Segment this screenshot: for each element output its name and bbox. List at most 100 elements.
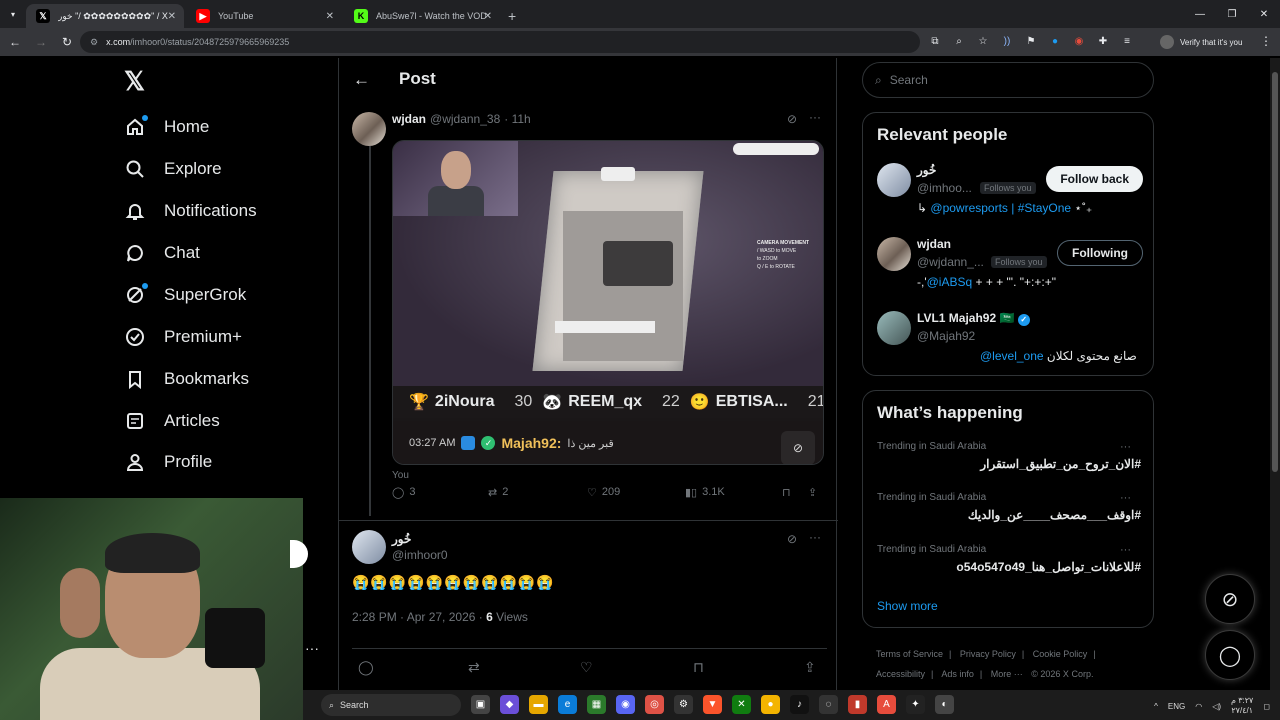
sidebar-item-supergrok[interactable]: SuperGrok [124, 275, 246, 315]
footer-link[interactable]: Ads info [941, 669, 974, 679]
reload-icon[interactable]: ↻ [56, 31, 78, 53]
grok-icon[interactable]: ⊘ [787, 112, 797, 126]
more-icon[interactable]: ··· [1120, 441, 1131, 453]
person-name[interactable]: wjdan [917, 237, 951, 251]
app-icon[interactable]: ◐ [935, 695, 954, 714]
footer-link[interactable]: Accessibility [876, 669, 925, 679]
author-handle[interactable]: @imhoor0 [392, 548, 448, 562]
task-view-icon[interactable]: ▣ [471, 695, 490, 714]
settings-icon[interactable]: ⚙ [674, 695, 693, 714]
notification-bell-icon[interactable]: ◻ [1263, 702, 1270, 711]
browser-menu-icon[interactable]: ⋮ [1260, 34, 1272, 48]
close-tab-icon[interactable]: ✕ [168, 11, 176, 22]
footer-link[interactable]: More ··· [991, 669, 1023, 679]
reply-icon[interactable]: ◯ [358, 659, 374, 676]
install-app-icon[interactable]: ⧉ [926, 32, 944, 50]
trend-item[interactable]: Trending in Saudi Arabia ··· #للاعلانات_… [877, 544, 1141, 586]
person-handle[interactable]: @imhoo... [917, 181, 972, 195]
heart-icon[interactable]: ♡ [580, 659, 593, 676]
bookmark-button[interactable]: ⊓ [782, 486, 791, 499]
person-item[interactable]: LVL1 Majah92 🇸🇦 ✓ @Majah92 @level_one صا… [877, 311, 1143, 373]
extension-icon[interactable]: ⚑ [1022, 32, 1040, 50]
volume-icon[interactable]: ◁) [1212, 702, 1221, 711]
person-handle[interactable]: @wjdann_... [917, 255, 984, 269]
bio-link[interactable]: @powresports | #StayOne [930, 201, 1071, 215]
browser-tab-x[interactable]: 𝕏 خور "/ ✿✿✿✿✿✿✿✿✿" / X ✕ [26, 4, 184, 28]
following-button[interactable]: Following [1057, 240, 1143, 266]
app-icon[interactable]: ▮ [848, 695, 867, 714]
extension-red-icon[interactable]: ◉ [1070, 32, 1088, 50]
xbox-icon[interactable]: ✕ [732, 695, 751, 714]
sidebar-item-profile[interactable]: Profile [124, 442, 212, 482]
author-name[interactable]: wjdan [392, 112, 426, 126]
sidebar-item-notifications[interactable]: Notifications [124, 191, 257, 231]
footer-link[interactable]: Terms of Service [876, 649, 943, 659]
back-arrow-icon[interactable]: ← [353, 70, 370, 90]
language-indicator[interactable]: ENG [1168, 702, 1185, 711]
media-queue-icon[interactable]: ≡ [1118, 32, 1136, 50]
extension-audio-icon[interactable]: )) [998, 32, 1016, 50]
edge-icon[interactable]: e [558, 695, 577, 714]
address-bar[interactable]: ⚙ x.com/imhoor0/status/20487259796659692… [80, 31, 920, 53]
parent-post[interactable]: wjdan @wjdann_38 · 11h ⊘ ··· CAMERA MOVE… [339, 104, 838, 520]
forward-icon[interactable]: → [30, 31, 52, 53]
sidebar-item-bookmarks[interactable]: Bookmarks [124, 359, 249, 399]
grok-analyze-icon[interactable]: ⊘ [781, 431, 815, 464]
avatar[interactable] [352, 530, 386, 564]
close-tab-icon[interactable]: ✕ [484, 11, 492, 22]
person-name[interactable]: LVL1 Majah92 🇸🇦 ✓ [917, 311, 1030, 326]
app-icon[interactable]: ● [761, 695, 780, 714]
sidebar-item-explore[interactable]: Explore [124, 149, 222, 189]
person-handle[interactable]: @Majah92 [917, 329, 975, 343]
avatar[interactable] [877, 237, 911, 271]
browser-tab-kick[interactable]: K AbuSwe7l - Watch the VOD on ✕ [344, 4, 500, 28]
account-more-icon[interactable]: ··· [305, 640, 319, 656]
avatar[interactable] [352, 112, 386, 146]
avatar[interactable] [877, 163, 911, 197]
reply-button[interactable]: ◯ 3 [392, 486, 415, 499]
show-more-link[interactable]: Show more [877, 599, 938, 613]
avatar[interactable] [877, 311, 911, 345]
trend-item[interactable]: Trending in Saudi Arabia ··· #اوقف___مصح… [877, 492, 1141, 534]
sidebar-item-premium[interactable]: Premium+ [124, 317, 242, 357]
app-icon[interactable]: ✦ [906, 695, 925, 714]
more-icon[interactable]: ··· [1120, 544, 1131, 556]
like-button[interactable]: ♡ 209 [587, 486, 620, 499]
sidebar-item-home[interactable]: Home [124, 107, 209, 147]
browser-tab-youtube[interactable]: ▶ YouTube ✕ [186, 4, 342, 28]
person-item[interactable]: wjdan @wjdann_... Follows you Following … [877, 237, 1143, 299]
chrome-icon[interactable]: ◎ [645, 695, 664, 714]
app-icon[interactable]: A [877, 695, 896, 714]
copilot-icon[interactable]: ◆ [500, 695, 519, 714]
bio-link[interactable]: @level_one [980, 349, 1044, 363]
extension-blue-icon[interactable]: ● [1046, 32, 1064, 50]
post-video[interactable]: CAMERA MOVEMENT / WASD to MOVE to ZOOM Q… [392, 140, 824, 465]
brave-icon[interactable]: ▼ [703, 695, 722, 714]
more-icon[interactable]: ··· [809, 110, 821, 124]
footer-link[interactable]: Cookie Policy [1033, 649, 1088, 659]
post-timestamp[interactable]: 2:28 PM · Apr 27, 2026 · [352, 610, 486, 624]
post-time[interactable]: · 11h [504, 112, 530, 126]
person-name[interactable]: خُور [917, 163, 936, 177]
site-info-icon[interactable]: ⚙ [90, 37, 98, 48]
taskbar-search[interactable]: ⌕ Search [321, 694, 461, 716]
puzzle-icon[interactable]: ✚ [1094, 32, 1112, 50]
trend-item[interactable]: Trending in Saudi Arabia ··· #الان_تروح_… [877, 441, 1141, 483]
repost-icon[interactable]: ⇄ [468, 659, 480, 676]
views-button[interactable]: ▮▯ 3.1K [685, 486, 725, 499]
sidebar-item-chat[interactable]: Chat [124, 233, 200, 273]
clock[interactable]: ٣:٢٧ م ٢٧/٤/١ [1231, 696, 1253, 716]
repost-button[interactable]: ⇄ 2 [488, 486, 508, 499]
new-tab-icon[interactable]: + [508, 4, 516, 28]
file-explorer-icon[interactable]: ▬ [529, 695, 548, 714]
bookmark-icon[interactable]: ⊓ [693, 659, 704, 676]
store-icon[interactable]: ▦ [587, 695, 606, 714]
follow-back-button[interactable]: Follow back [1046, 166, 1143, 192]
chevron-up-icon[interactable]: ^ [1154, 702, 1158, 711]
more-icon[interactable]: ··· [809, 530, 821, 544]
close-tab-icon[interactable]: ✕ [326, 11, 334, 22]
person-item[interactable]: خُور @imhoo... Follows you Follow back ↳… [877, 163, 1143, 225]
tiktok-icon[interactable]: ♪ [790, 695, 809, 714]
zoom-icon[interactable]: ⌕ [950, 32, 968, 50]
chat-fab[interactable]: ◯ [1205, 630, 1255, 680]
